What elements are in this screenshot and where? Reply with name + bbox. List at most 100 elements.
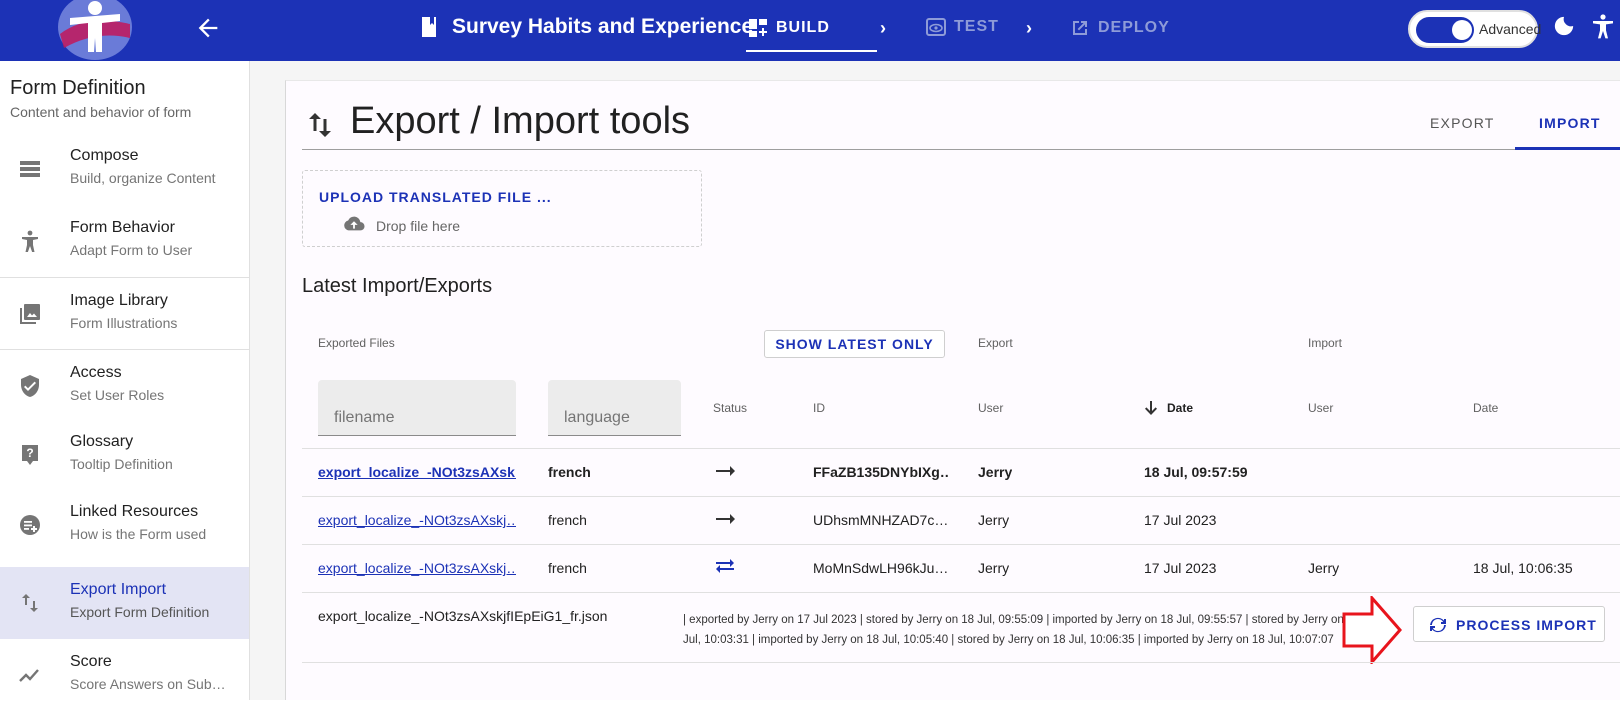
history-log: | exported by Jerry on 17 Jul 2023 | sto… <box>683 614 1360 646</box>
sidebar-item-compose[interactable]: Compose Build, organize Content <box>0 133 249 205</box>
chevron-right-icon: › <box>880 18 886 38</box>
image-library-icon <box>20 304 40 324</box>
process-import-button[interactable]: PROCESS IMPORT <box>1413 606 1605 642</box>
sidebar-item-desc: Build, organize Content <box>70 170 216 186</box>
active-step-indicator <box>746 50 877 52</box>
sidebar-item-label: Compose <box>70 147 139 164</box>
divider <box>302 592 1620 593</box>
import-user-cell: Jerry <box>1308 560 1340 576</box>
divider <box>302 149 1620 150</box>
sidebar-item-label: Form Behavior <box>70 219 175 236</box>
accessibility-icon[interactable] <box>1591 14 1615 40</box>
sidebar-subtitle: Content and behavior of form <box>10 104 192 120</box>
sidebar-item-desc: Export Form Definition <box>70 604 210 620</box>
score-chart-icon <box>19 669 39 682</box>
sidebar-item-label: Score <box>70 653 112 670</box>
language-cell: french <box>548 512 587 528</box>
show-latest-only-button[interactable]: SHOW LATEST ONLY <box>764 330 945 358</box>
sidebar-item-label: Export Import <box>70 581 167 598</box>
sidebar-item-access[interactable]: Access Set User Roles <box>0 349 249 421</box>
step-test-label: TEST <box>954 18 999 35</box>
advanced-label: Advanced <box>1479 21 1542 37</box>
sidebar-item-label: Glossary <box>70 433 134 450</box>
column-export-user: User <box>978 401 1004 415</box>
dark-mode-moon-icon[interactable] <box>1553 15 1575 37</box>
form-title-text: Survey Habits and Experience <box>452 15 754 38</box>
column-import-user: User <box>1308 401 1334 415</box>
sidebar-item-label: Image Library <box>70 292 168 309</box>
page-title: Export / Import tools <box>350 100 691 142</box>
sidebar-title: Form Definition <box>10 77 146 99</box>
sidebar-item-glossary[interactable]: ? Glossary Tooltip Definition <box>0 419 249 491</box>
import-date-cell: 18 Jul, 10:06:35 <box>1473 560 1573 576</box>
annotation-arrow-icon <box>1342 596 1402 664</box>
column-status: Status <box>713 401 748 415</box>
detail-filename: export_localize_-NOt3zsAXskjfIEpEiG1_fr.… <box>318 608 608 624</box>
sidebar-item-desc: Tooltip Definition <box>70 456 173 472</box>
sidebar-item-label: Access <box>70 364 122 381</box>
export-user-cell: Jerry <box>978 464 1013 480</box>
back-arrow-icon[interactable] <box>194 14 222 42</box>
step-build-label: BUILD <box>776 19 830 36</box>
sidebar-item-image-library[interactable]: Image Library Form Illustrations <box>0 277 249 349</box>
id-cell: MoMnSdwLH96kJu… <box>813 560 948 576</box>
export-date-cell: 17 Jul 2023 <box>1144 512 1217 528</box>
tab-import[interactable]: IMPORT <box>1539 115 1601 131</box>
shield-check-icon <box>21 375 39 397</box>
sidebar-item-form-behavior[interactable]: Form Behavior Adapt Form to User <box>0 205 249 277</box>
file-link[interactable]: export_localize_-NOt3zsAXsk… <box>318 464 516 480</box>
step-deploy[interactable]: DEPLOY <box>1070 18 1170 38</box>
filename-filter-input[interactable] <box>318 380 516 436</box>
section-title: Latest Import/Exports <box>302 275 493 297</box>
column-id: ID <box>813 401 825 415</box>
dashboard-plus-icon <box>749 19 767 37</box>
list-icon <box>20 161 40 177</box>
chevron-right-icon: › <box>1026 18 1032 38</box>
export-user-cell: Jerry <box>978 560 1010 576</box>
sort-descending-icon[interactable] <box>1144 400 1158 416</box>
file-link[interactable]: export_localize_-NOt3zsAXskj… <box>318 512 516 528</box>
id-cell: UDhsmMNHZAD7c… <box>813 512 948 528</box>
step-deploy-label: DEPLOY <box>1098 19 1170 36</box>
sidebar-header: Form Definition Content and behavior of … <box>10 77 191 120</box>
accessibility-icon <box>22 230 38 252</box>
header-export-group: Export <box>978 336 1013 350</box>
divider <box>302 496 1620 497</box>
book-icon <box>422 17 436 37</box>
swap-vertical-icon <box>309 113 331 137</box>
export-arrow-icon <box>716 466 735 476</box>
sidebar-item-score[interactable]: Score Score Answers on Sub… <box>0 639 249 711</box>
divider <box>302 448 1620 449</box>
help-icon: ? <box>22 445 38 465</box>
advanced-toggle[interactable]: Advanced <box>1408 10 1542 48</box>
swap-vertical-icon <box>22 594 38 612</box>
sync-icon <box>1430 617 1446 633</box>
import-swap-icon <box>716 559 734 573</box>
header-exported-files: Exported Files <box>318 336 395 350</box>
linked-resources-icon <box>20 515 40 535</box>
upload-dropzone[interactable]: UPLOAD TRANSLATED FILE ... Drop file her… <box>302 170 702 247</box>
column-export-date[interactable]: Date <box>1167 401 1193 415</box>
form-title: Survey Habits and Experience <box>420 15 753 39</box>
toggle-track <box>1416 17 1474 43</box>
language-cell: french <box>548 560 587 576</box>
step-build[interactable]: BUILD <box>748 18 830 38</box>
cloud-upload-icon <box>344 216 365 231</box>
svg-text:?: ? <box>26 446 33 460</box>
export-date-cell: 17 Jul 2023 <box>1144 560 1217 576</box>
process-import-label: PROCESS IMPORT <box>1456 617 1597 633</box>
preview-icon <box>926 18 946 36</box>
file-link[interactable]: export_localize_-NOt3zsAXskj… <box>318 560 516 576</box>
tab-export[interactable]: EXPORT <box>1430 115 1495 131</box>
step-test[interactable]: TEST <box>926 18 999 36</box>
app-logo-icon[interactable] <box>56 0 134 60</box>
language-filter-input[interactable] <box>548 380 681 436</box>
sidebar-item-export-import[interactable]: Export Import Export Form Definition <box>0 567 249 639</box>
sidebar-item-linked-resources[interactable]: Linked Resources How is the Form used <box>0 489 249 561</box>
export-arrow-icon <box>716 514 735 524</box>
sidebar: Form Definition Content and behavior of … <box>0 61 250 700</box>
upload-translated-file-button[interactable]: UPLOAD TRANSLATED FILE ... <box>319 189 552 205</box>
header-import-group: Import <box>1308 336 1343 350</box>
divider <box>302 544 1620 545</box>
sidebar-item-desc: Adapt Form to User <box>70 242 193 258</box>
